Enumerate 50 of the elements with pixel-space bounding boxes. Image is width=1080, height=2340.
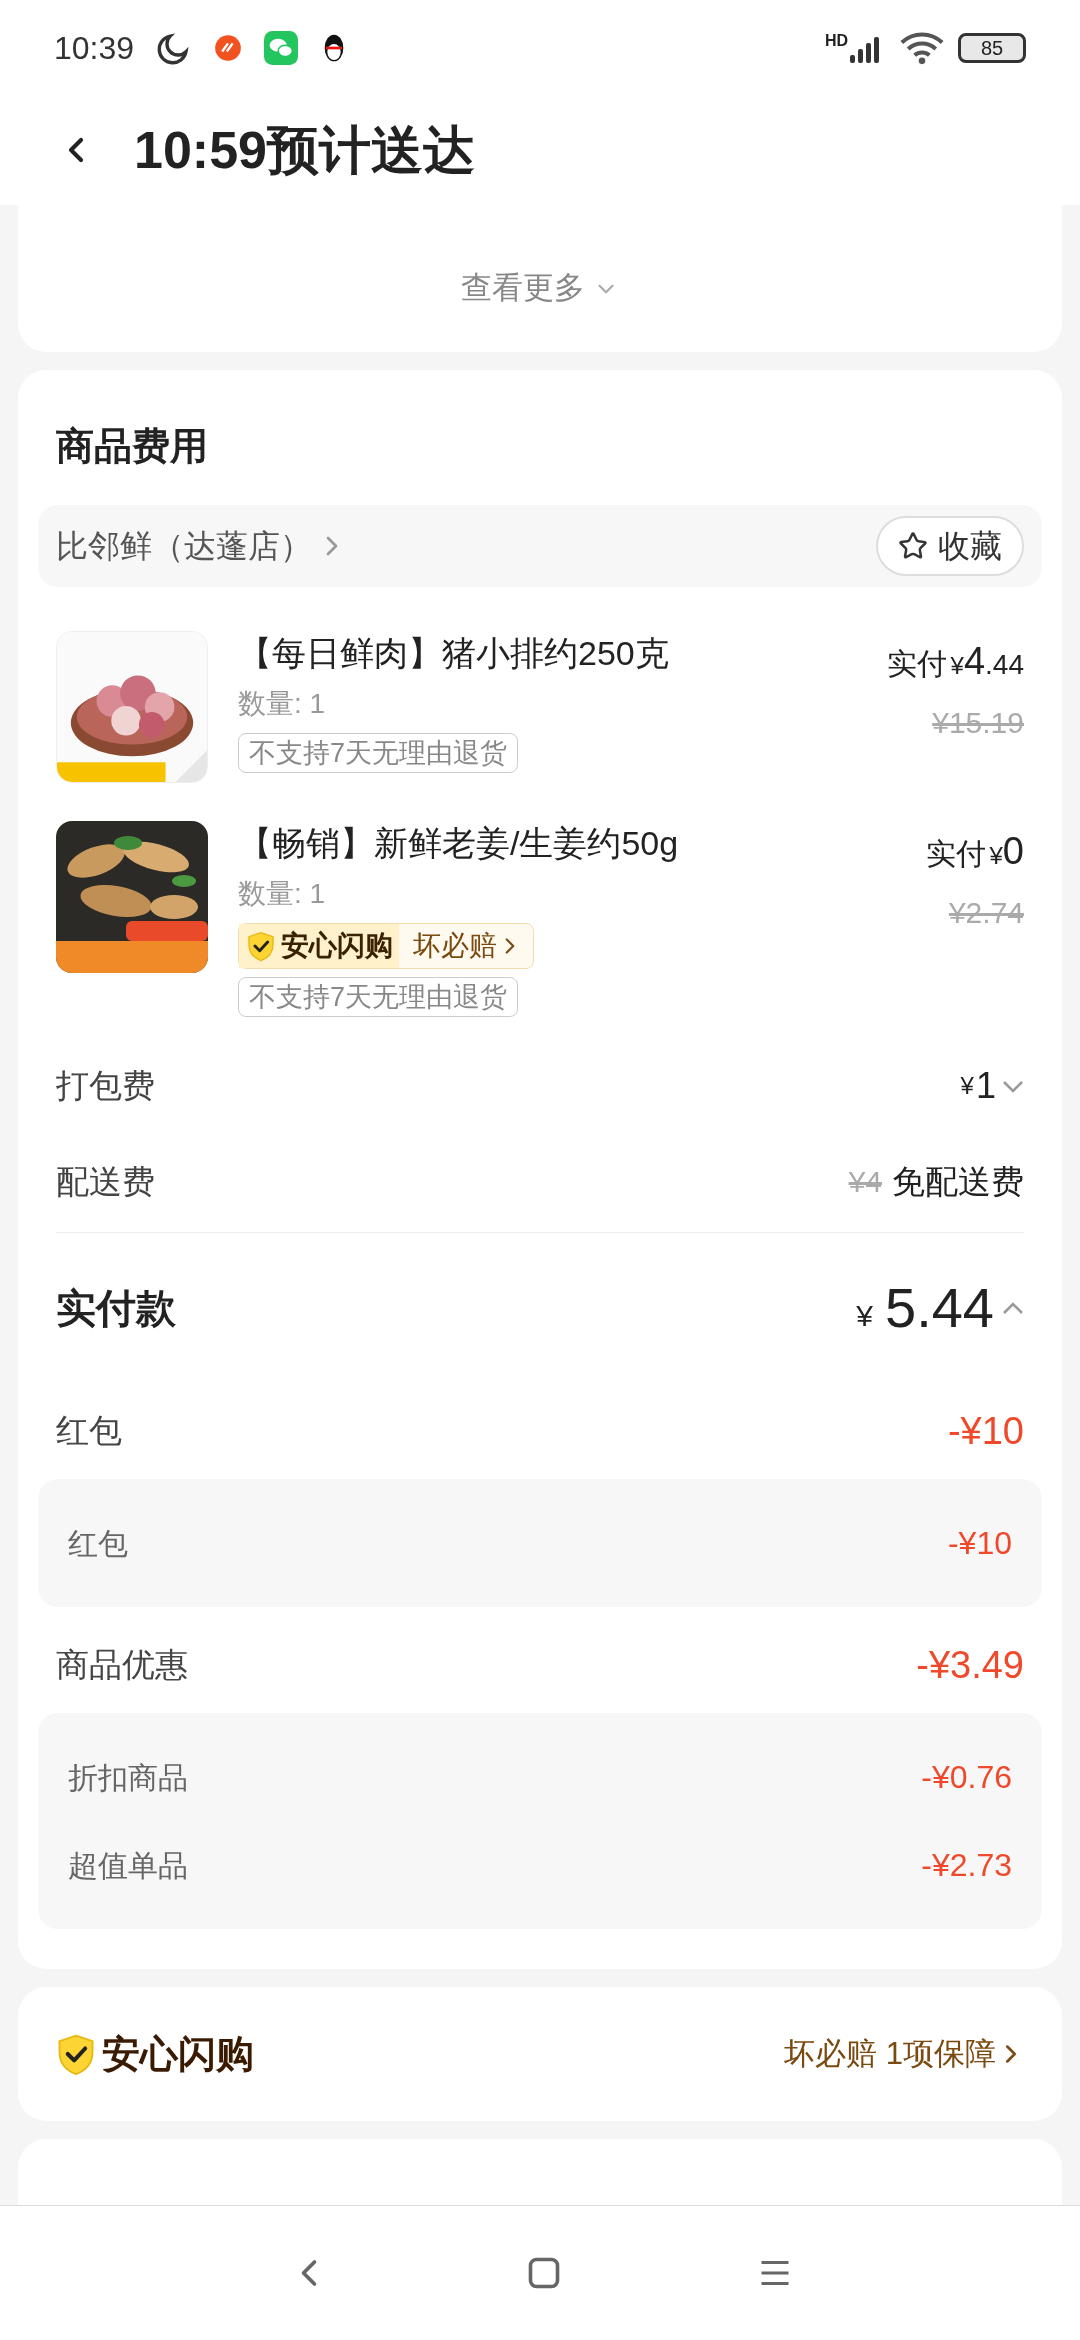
discount-amount: -¥10 — [947, 1408, 1024, 1454]
product-name: 【畅销】新鲜老姜/生姜约50g — [238, 823, 679, 864]
packing-fee-toggle[interactable]: ¥1 — [960, 1059, 1024, 1113]
paid-price: 实付¥0 — [925, 829, 1024, 874]
home-nav-icon — [526, 2255, 562, 2291]
favorite-button[interactable]: 收藏 — [876, 516, 1024, 576]
product-name: 【每日鲜肉】猪小排约250克 — [238, 633, 669, 674]
return-policy-tag: 不支持7天无理由退货 — [238, 977, 519, 1017]
product-quantity: 数量: 1 — [238, 687, 326, 721]
original-price: ¥2.74 — [948, 895, 1024, 931]
section-title: 商品费用 — [55, 424, 209, 469]
status-time: 10:39 — [54, 28, 135, 68]
discount-detail-amount: -¥0.76 — [921, 1758, 1012, 1797]
discount-amount: -¥3.49 — [916, 1642, 1024, 1688]
original-price: ¥15.19 — [932, 705, 1024, 741]
discount-detail-amount: -¥2.73 — [921, 1846, 1012, 1885]
guarantee-badge[interactable]: 安心闪购 坏必赔 — [238, 923, 534, 969]
star-icon — [898, 531, 928, 561]
battery-indicator: 85 — [958, 32, 1026, 63]
discount-detail-amount: -¥10 — [947, 1524, 1012, 1563]
wifi-icon — [900, 30, 944, 65]
badge-link: 坏必赔 — [413, 929, 497, 963]
original-delivery-fee: ¥4 — [848, 1164, 882, 1200]
discount-detail-label: 超值单品 — [68, 1847, 188, 1884]
fee-label: 配送费 — [56, 1161, 155, 1202]
chevron-icon — [1002, 1079, 1024, 1093]
guarantee-title: 安心闪购 — [102, 2031, 254, 2077]
delivery-fee-value: 免配送费 — [892, 1161, 1024, 1202]
app-notification-icon — [214, 33, 243, 62]
shield-check-icon — [245, 930, 277, 962]
home-nav-button[interactable] — [526, 2255, 562, 2291]
total-label: 实付款 — [56, 1285, 176, 1332]
discount-detail-label: 折扣商品 — [68, 1759, 188, 1796]
discount-label: 商品优惠 — [56, 1645, 188, 1686]
total-toggle[interactable]: ¥ 5.44 — [856, 1266, 1024, 1350]
network-label: HD — [824, 32, 848, 49]
page-title: 10:59预计送达 — [134, 120, 475, 181]
chat-app-icon — [264, 30, 299, 65]
product-quantity: 数量: 1 — [238, 877, 326, 911]
discount-detail-label: 红包 — [68, 1525, 128, 1562]
store-link[interactable]: 比邻鲜（达蓬店） — [56, 522, 348, 570]
guarantee-link: 坏必赔 1项保障 — [784, 2034, 996, 2073]
paid-price: 实付¥4.44 — [886, 639, 1024, 684]
fee-label: 打包费 — [56, 1066, 155, 1107]
see-more-link[interactable]: 查看更多 — [461, 265, 619, 312]
chevron-icon — [1002, 1301, 1024, 1315]
return-policy-tag: 不支持7天无理由退货 — [238, 733, 519, 773]
badge-title: 安心闪购 — [281, 929, 393, 963]
discount-label: 红包 — [56, 1411, 122, 1452]
guarantee-card[interactable]: 安心闪购 坏必赔 1项保障 — [18, 1987, 1062, 2121]
